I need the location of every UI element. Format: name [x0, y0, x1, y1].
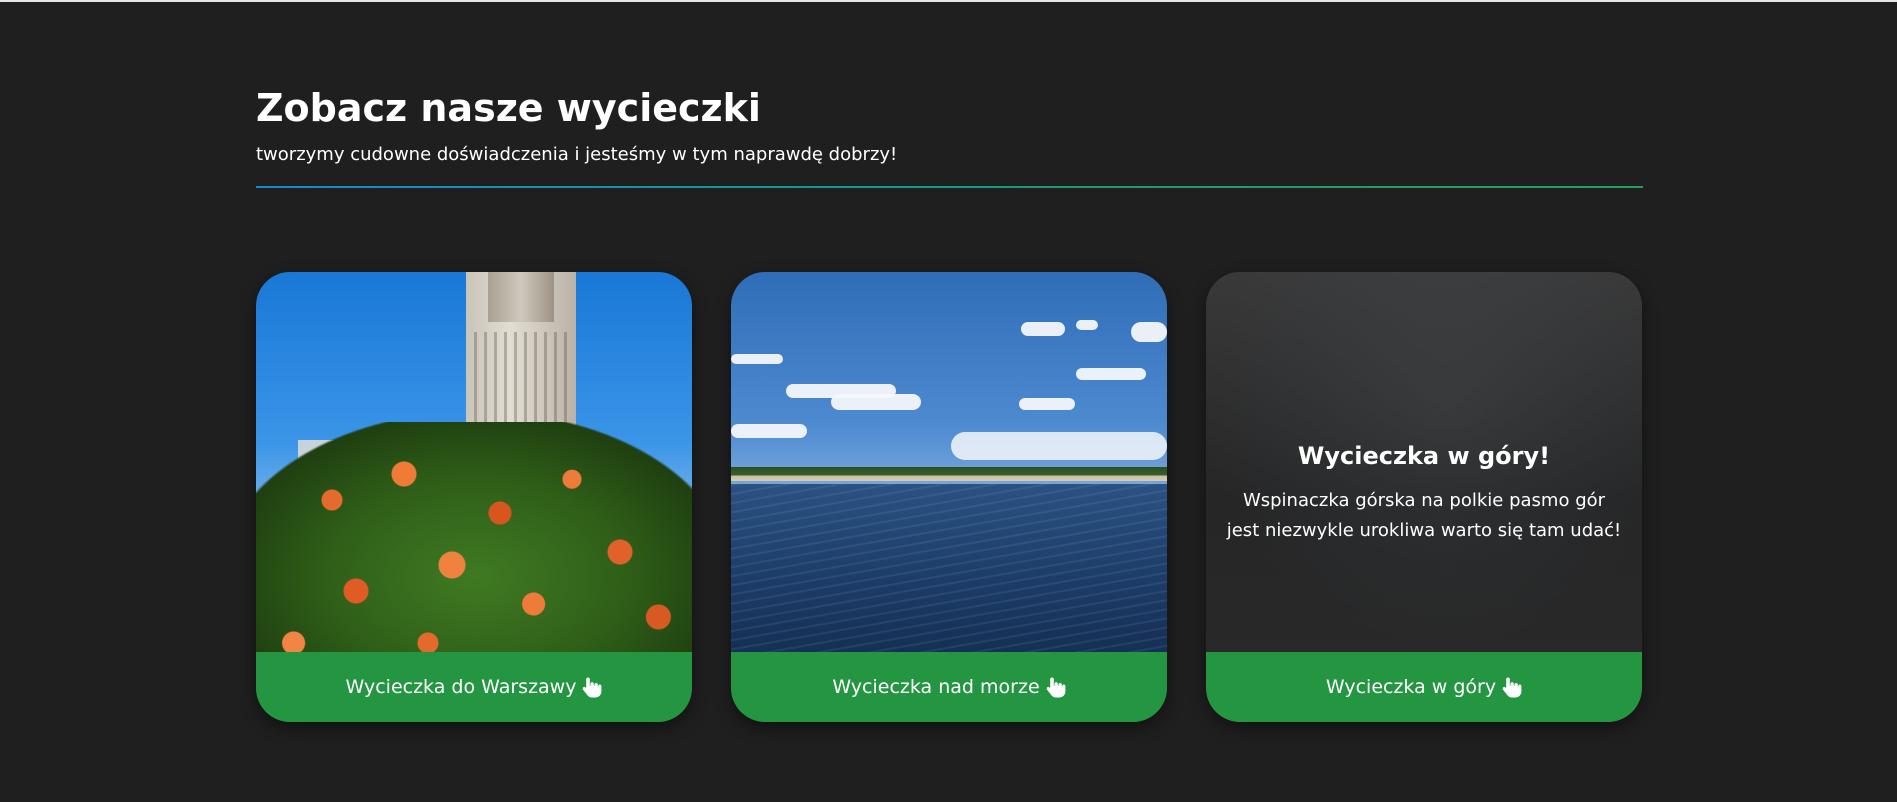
overlay-title: Wycieczka w góry!	[1297, 442, 1551, 470]
trip-button-warsaw[interactable]: Wycieczka do Warszawy	[256, 652, 692, 722]
header-divider	[256, 186, 1643, 188]
overlay-description: Wspinaczka górska na polkie pasmo gór je…	[1226, 490, 1622, 541]
trip-button-mountains[interactable]: Wycieczka w góry	[1206, 652, 1642, 722]
trip-card-sea[interactable]: Wycieczka nad morze	[731, 272, 1167, 722]
overlay-text-block: Wycieczka w góry! Wspinaczka górska na p…	[1226, 442, 1622, 546]
trip-card-mountains[interactable]: Wycieczka w góry! Wspinaczka górska na p…	[1206, 272, 1642, 722]
mountains-photo: Wycieczka w góry! Wspinaczka górska na p…	[1206, 272, 1642, 652]
sea-water	[731, 484, 1167, 652]
top-border	[0, 0, 1897, 2]
cloud	[731, 424, 807, 438]
cloud	[1131, 322, 1167, 342]
trip-card-warsaw[interactable]: Wycieczka do Warszawy	[256, 272, 692, 722]
page-title: Zobacz nasze wycieczki	[256, 86, 761, 130]
cloud	[831, 394, 921, 410]
flowering-bush	[256, 422, 692, 652]
palace-tower-top	[488, 272, 554, 322]
trip-button-label: Wycieczka do Warszawy	[345, 676, 577, 698]
trips-header: Zobacz nasze wycieczki tworzymy cudowne …	[256, 80, 1643, 188]
page-subtitle: tworzymy cudowne doświadczenia i jesteśm…	[256, 144, 898, 165]
pointer-hand-icon	[1046, 677, 1066, 698]
cloud	[951, 432, 1167, 460]
trip-cards: Wycieczka do Warszawy Wycieczka nad morz…	[256, 272, 1643, 722]
trip-button-label: Wycieczka w góry	[1325, 676, 1497, 698]
cloud	[1076, 368, 1146, 380]
cloud	[731, 354, 783, 364]
shoreline	[731, 467, 1167, 481]
cloud	[1076, 320, 1098, 330]
warsaw-photo	[256, 272, 692, 652]
cloud	[1021, 322, 1065, 336]
sea-photo	[731, 272, 1167, 652]
pointer-hand-icon	[1502, 677, 1522, 698]
pointer-hand-icon	[583, 677, 602, 698]
trip-button-sea[interactable]: Wycieczka nad morze	[731, 652, 1167, 722]
cloud	[1019, 398, 1075, 410]
trip-button-label: Wycieczka nad morze	[832, 676, 1040, 698]
